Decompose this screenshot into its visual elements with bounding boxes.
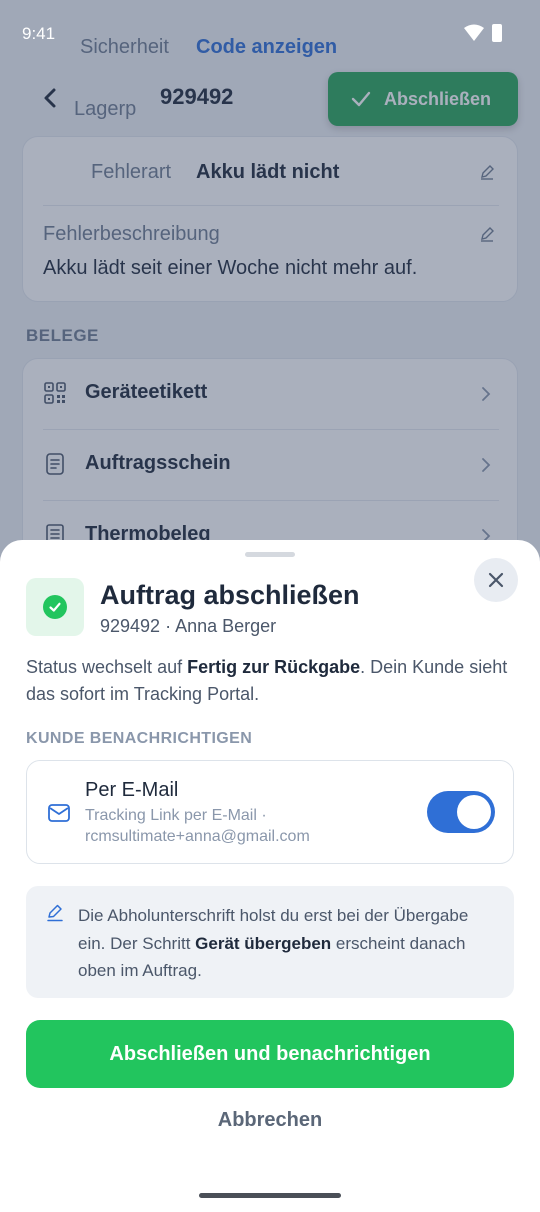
status-desc-highlight: Fertig zur Rückgabe xyxy=(187,657,361,677)
close-icon xyxy=(488,572,504,588)
complete-order-sheet: Auftrag abschließen 929492 · Anna Berger… xyxy=(0,540,540,1212)
battery-icon xyxy=(492,24,502,42)
sheet-title: Auftrag abschließen xyxy=(100,580,360,610)
email-toggle[interactable] xyxy=(427,791,495,833)
sheet-subtitle: 929492 · Anna Berger xyxy=(100,616,277,636)
status-description: Status wechselt auf Fertig zur Rückgabe.… xyxy=(26,654,516,708)
complete-and-notify-button[interactable]: Abschließen und benachrichtigen xyxy=(26,1020,514,1088)
email-option-title: Per E-Mail xyxy=(85,779,179,801)
email-notification-card[interactable]: Per E-Mail Tracking Link per E-Mail · rc… xyxy=(26,760,514,864)
pencil-icon xyxy=(47,904,63,922)
handover-info-box: Die Abholunterschrift holst du erst bei … xyxy=(26,886,514,998)
check-circle-icon xyxy=(43,595,67,619)
wifi-icon xyxy=(464,24,484,41)
close-button[interactable] xyxy=(474,558,518,602)
email-option-subtitle: Tracking Link per E-Mail · rcmsultimate+… xyxy=(85,807,310,845)
status-bar: 9:41 xyxy=(0,0,540,64)
home-indicator[interactable] xyxy=(199,1193,341,1198)
success-badge xyxy=(26,578,84,636)
mail-icon xyxy=(48,804,70,822)
notify-customer-title: KUNDE BENACHRICHTIGEN xyxy=(26,730,253,747)
status-time: 9:41 xyxy=(22,24,56,43)
sheet-drag-handle[interactable] xyxy=(245,552,295,557)
status-desc-pre: Status wechselt auf xyxy=(26,657,188,677)
cancel-button[interactable]: Abbrechen xyxy=(170,1104,370,1136)
info-text-highlight: Gerät übergeben xyxy=(195,933,332,953)
toggle-knob xyxy=(457,795,491,829)
handover-info-text: Die Abholunterschrift holst du erst bei … xyxy=(78,902,498,985)
